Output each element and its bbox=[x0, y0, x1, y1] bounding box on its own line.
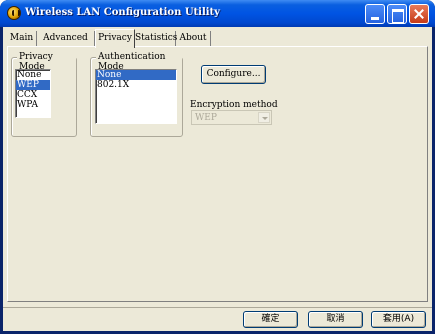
separator bbox=[3, 307, 432, 308]
title-bar[interactable]: Wireless LAN Configuration Utility bbox=[0, 0, 435, 27]
list-item[interactable]: WEP bbox=[16, 80, 50, 90]
tab-about-label: About bbox=[179, 33, 207, 43]
tab-advanced-label: Advanced bbox=[43, 33, 88, 43]
tab-privacy[interactable]: Privacy bbox=[95, 29, 135, 48]
close-button[interactable] bbox=[409, 4, 429, 24]
apply-button[interactable]: 套用(A) bbox=[371, 311, 426, 328]
tab-statistics-label: Statistics bbox=[135, 33, 178, 43]
tab-advanced[interactable]: Advanced bbox=[37, 31, 95, 47]
privacy-mode-group: Privacy Mode None WEP CCX WPA bbox=[11, 52, 77, 137]
ok-button[interactable]: 確定 bbox=[243, 311, 298, 328]
configure-button[interactable]: Configure... bbox=[201, 65, 266, 84]
tab-main[interactable]: Main bbox=[7, 31, 37, 47]
encryption-method-value: WEP bbox=[195, 113, 217, 123]
minimize-button[interactable] bbox=[365, 4, 385, 24]
chevron-down-icon[interactable] bbox=[258, 112, 270, 123]
tab-about[interactable]: About bbox=[176, 31, 211, 47]
authentication-mode-list[interactable]: None 802.1X bbox=[95, 69, 177, 124]
list-item[interactable]: CCX bbox=[16, 90, 50, 100]
app-window: Wireless LAN Configuration Utility Main … bbox=[0, 0, 435, 334]
list-item[interactable]: 802.1X bbox=[96, 80, 176, 90]
privacy-mode-list[interactable]: None WEP CCX WPA bbox=[15, 69, 51, 118]
list-item[interactable]: WPA bbox=[16, 100, 50, 110]
list-item[interactable]: None bbox=[96, 70, 176, 80]
encryption-method-select[interactable]: WEP bbox=[191, 110, 272, 125]
app-icon bbox=[7, 6, 21, 20]
tab-privacy-label: Privacy bbox=[98, 33, 132, 43]
window-title: Wireless LAN Configuration Utility bbox=[25, 7, 220, 18]
client-area: Main Advanced Privacy Statistics About P… bbox=[3, 27, 432, 331]
maximize-button[interactable] bbox=[387, 4, 407, 24]
list-item[interactable]: None bbox=[16, 70, 50, 80]
encryption-method-label: Encryption method bbox=[190, 100, 278, 110]
cancel-button[interactable]: 取消 bbox=[308, 311, 363, 328]
tab-main-label: Main bbox=[9, 33, 34, 43]
tab-statistics[interactable]: Statistics bbox=[135, 31, 178, 47]
authentication-mode-group: Authentication Mode None 802.1X bbox=[90, 52, 183, 137]
privacy-tab-panel: Privacy Mode None WEP CCX WPA Authentica… bbox=[7, 46, 428, 302]
